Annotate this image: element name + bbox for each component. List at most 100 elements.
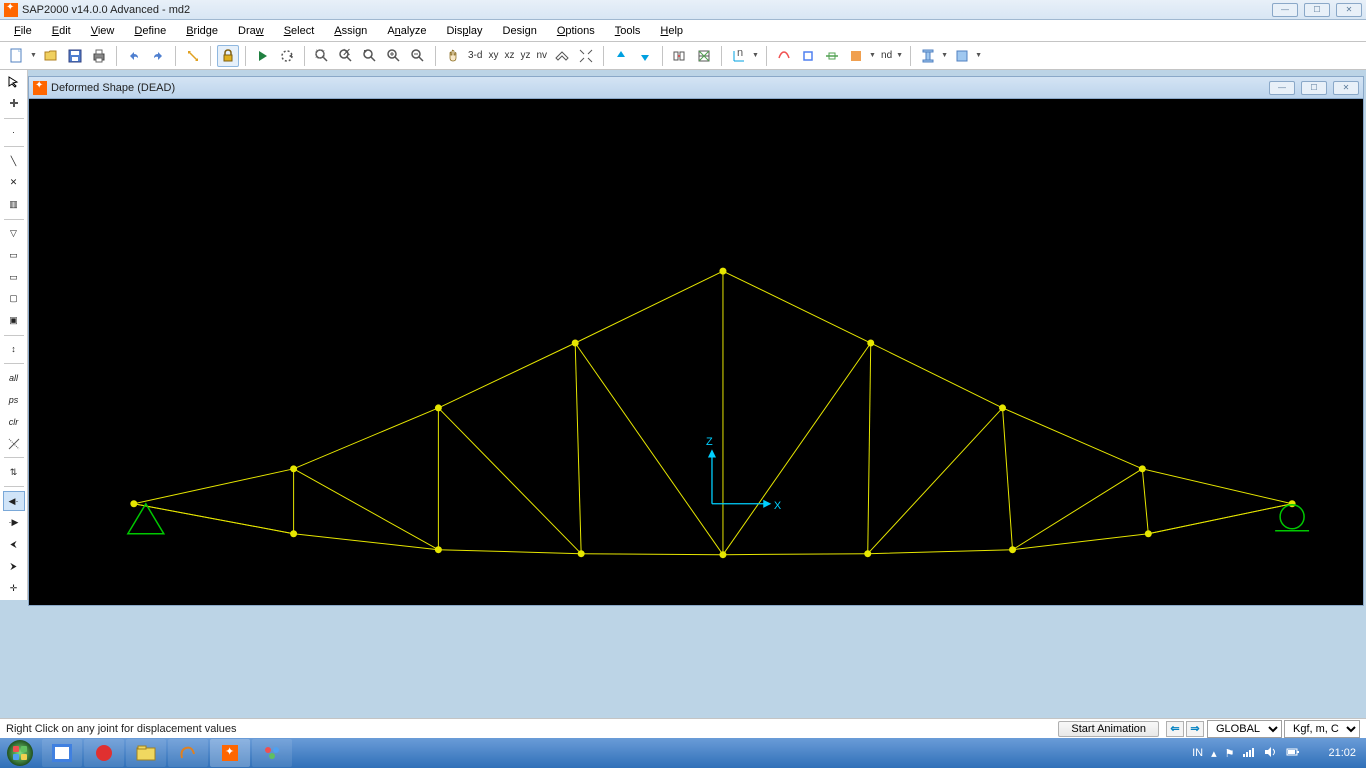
tray-chevron-icon[interactable]: ▴ (1209, 747, 1219, 760)
stress-dropdown[interactable]: ▼ (869, 52, 877, 59)
new-dropdown[interactable]: ▼ (30, 52, 38, 59)
tray-network-icon[interactable] (1240, 745, 1258, 762)
viewport-minimize-button[interactable]: — (1269, 81, 1295, 95)
new-icon[interactable] (6, 45, 28, 67)
section-dropdown[interactable]: ▼ (941, 52, 949, 59)
zoom-extents-icon[interactable]: ✕ (335, 45, 357, 67)
pointer-icon[interactable] (3, 72, 25, 92)
menu-help[interactable]: Help (652, 23, 691, 39)
close-button[interactable]: ✕ (1336, 3, 1362, 17)
menu-edit[interactable]: Edit (44, 23, 79, 39)
task-app-1[interactable] (42, 739, 82, 767)
show-axes-icon[interactable]: n (728, 45, 750, 67)
snap-mid-icon[interactable]: ·▶ (3, 513, 25, 533)
minimize-button[interactable]: — (1272, 3, 1298, 17)
lock-icon[interactable] (217, 45, 239, 67)
draw-rect2-icon[interactable]: ▭ (3, 267, 25, 287)
open-icon[interactable] (40, 45, 62, 67)
axes-dropdown[interactable]: ▼ (752, 52, 760, 59)
menu-options[interactable]: Options (549, 23, 603, 39)
draw-triangle-icon[interactable]: ▽ (3, 224, 25, 244)
object-shrink-icon[interactable] (669, 45, 691, 67)
view-xz-button[interactable]: xz (502, 50, 516, 61)
stress-icon[interactable] (845, 45, 867, 67)
menu-draw[interactable]: Draw (230, 23, 272, 39)
snap-point-icon[interactable]: ⇅ (3, 462, 25, 482)
tray-clock[interactable]: 21:02 (1326, 747, 1358, 759)
zoom-in-icon[interactable] (383, 45, 405, 67)
shrink-icon[interactable] (575, 45, 597, 67)
nd-button[interactable]: nd (879, 50, 894, 61)
menu-bridge[interactable]: Bridge (178, 23, 226, 39)
viewport-close-button[interactable]: ✕ (1333, 81, 1359, 95)
menu-display[interactable]: Display (438, 23, 490, 39)
task-app-4[interactable] (168, 739, 208, 767)
menu-file[interactable]: File (6, 23, 40, 39)
menu-select[interactable]: Select (276, 23, 323, 39)
draw-rect-icon[interactable]: ▭ (3, 245, 25, 265)
view-xy-button[interactable]: xy (486, 50, 500, 61)
moment-icon[interactable] (773, 45, 795, 67)
task-app-6[interactable] (252, 739, 292, 767)
tray-volume-icon[interactable] (1262, 745, 1280, 762)
undo-icon[interactable] (123, 45, 145, 67)
section-icon[interactable] (917, 45, 939, 67)
snap-end-icon[interactable]: ◀· (3, 491, 25, 511)
task-app-2[interactable] (84, 739, 124, 767)
run-icon[interactable] (252, 45, 274, 67)
maximize-button[interactable]: ☐ (1304, 3, 1330, 17)
draw-box2-icon[interactable]: ▣ (3, 311, 25, 331)
viewport-maximize-button[interactable]: ☐ (1301, 81, 1327, 95)
view-nv-button[interactable]: nv (534, 50, 549, 61)
up-arrow-icon[interactable] (610, 45, 632, 67)
zoom-previous-icon[interactable] (359, 45, 381, 67)
pan-icon[interactable] (442, 45, 464, 67)
rotate-icon[interactable] (276, 45, 298, 67)
snap-perp-icon[interactable]: ⮞ (3, 557, 25, 577)
draw-point-icon[interactable]: · (3, 123, 25, 143)
menu-analyze[interactable]: Analyze (379, 23, 434, 39)
start-button[interactable] (0, 738, 40, 768)
next-case-button[interactable]: ⇒ (1186, 721, 1204, 737)
reshape-icon[interactable] (3, 94, 25, 114)
prev-select-button[interactable]: ps (3, 390, 25, 410)
select-all-button[interactable]: all (3, 368, 25, 388)
nd-dropdown[interactable]: ▼ (896, 52, 904, 59)
save-icon[interactable] (64, 45, 86, 67)
draw-box-icon[interactable]: ▢ (3, 289, 25, 309)
surface-icon[interactable] (951, 45, 973, 67)
refresh-icon[interactable] (182, 45, 204, 67)
view-yz-button[interactable]: yz (518, 50, 532, 61)
viewport-canvas[interactable]: Z X (29, 99, 1363, 605)
menu-design[interactable]: Design (495, 23, 545, 39)
view-3d-button[interactable]: 3-d (466, 50, 484, 61)
task-explorer[interactable] (126, 739, 166, 767)
draw-axis-icon[interactable]: ↕ (3, 340, 25, 360)
print-icon[interactable] (88, 45, 110, 67)
draw-cross-icon[interactable]: ✕ (3, 173, 25, 193)
tray-locale[interactable]: IN (1190, 747, 1205, 759)
zoom-window-icon[interactable] (311, 45, 333, 67)
tray-battery-icon[interactable] (1284, 745, 1302, 762)
clear-select-button[interactable]: clr (3, 412, 25, 432)
menu-view[interactable]: View (83, 23, 123, 39)
draw-line-icon[interactable]: ╲ (3, 151, 25, 171)
shear-icon[interactable] (797, 45, 819, 67)
surface-dropdown[interactable]: ▼ (975, 52, 983, 59)
start-animation-button[interactable]: Start Animation (1058, 721, 1159, 737)
down-arrow-icon[interactable] (634, 45, 656, 67)
snap-int-icon[interactable]: ✛ (3, 578, 25, 598)
axial-icon[interactable] (821, 45, 843, 67)
tray-flag-icon[interactable]: ⚑ (1223, 747, 1237, 760)
units-select[interactable]: Kgf, m, C (1284, 720, 1360, 738)
menu-assign[interactable]: Assign (326, 23, 375, 39)
prev-case-button[interactable]: ⇐ (1166, 721, 1184, 737)
redo-icon[interactable] (147, 45, 169, 67)
menu-define[interactable]: Define (126, 23, 174, 39)
task-sap2000[interactable]: ✦ (210, 739, 250, 767)
coord-sys-select[interactable]: GLOBAL (1207, 720, 1282, 738)
menu-tools[interactable]: Tools (607, 23, 649, 39)
snap-center-icon[interactable]: ⮜ (3, 535, 25, 555)
perspective-icon[interactable] (551, 45, 573, 67)
zoom-out-icon[interactable] (407, 45, 429, 67)
